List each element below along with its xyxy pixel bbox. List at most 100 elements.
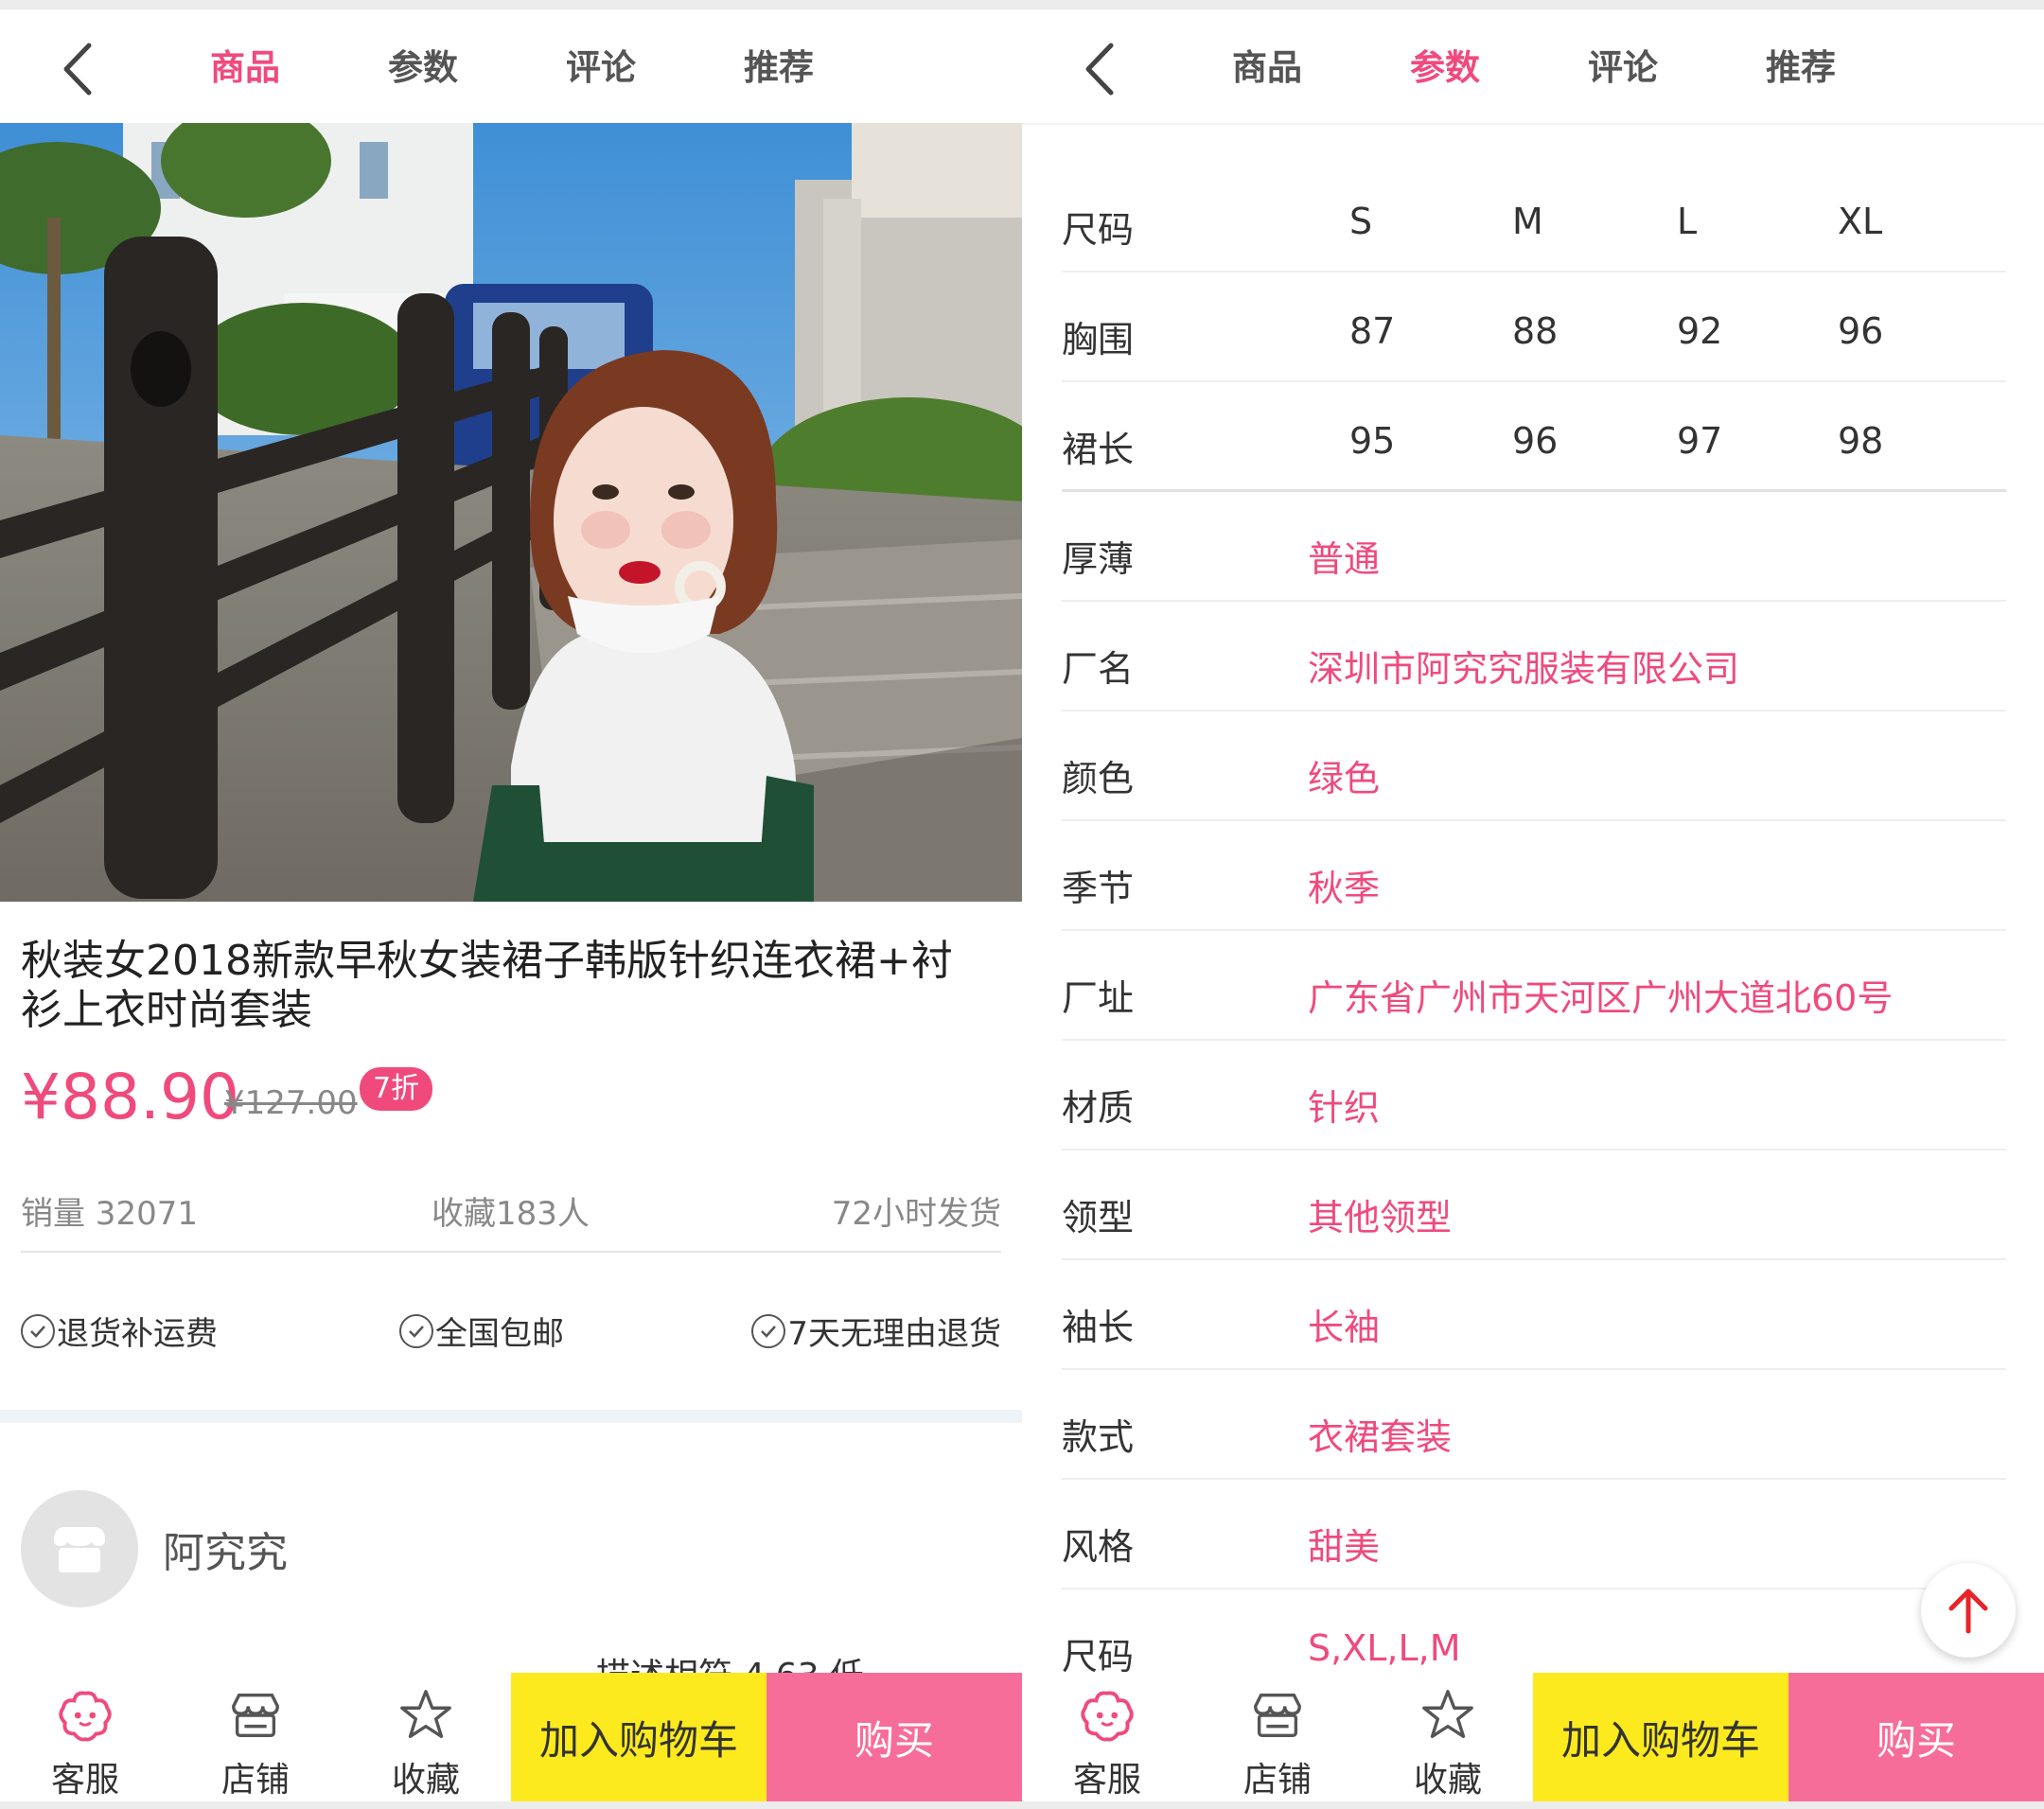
check-circle-icon [21,1313,55,1348]
tab-product[interactable]: 商品 [210,38,280,98]
shipping-time: 72小时发货 [831,1195,1001,1233]
attr-label: 材质 [1062,1087,1135,1129]
size-cell: XL [1838,201,1883,242]
attr-label: 季节 [1062,868,1135,909]
star-icon [400,1690,451,1738]
tab-recommend[interactable]: 推荐 [744,38,814,98]
shop-name[interactable]: 阿究究 [163,1519,288,1579]
top-nav: 商品 参数 评论 推荐 [0,9,1022,123]
size-row-label: 裙长 [1062,429,1135,470]
attr-row-style: 款式 衣裙套装 [1062,1370,2006,1480]
buy-button[interactable]: 购买 [1788,1673,2044,1801]
attr-label: 领型 [1062,1197,1135,1238]
guarantee-label: 全国包邮 [435,1315,564,1353]
customer-service-button[interactable]: 客服 [1036,1673,1178,1801]
current-price: ¥88.90 [21,1061,239,1133]
product-photo[interactable] [0,123,1022,902]
size-cell: 96 [1838,310,1884,352]
favorite-label: 收藏 [1413,1761,1482,1800]
size-row-label: 胸围 [1062,319,1135,360]
attr-label: 款式 [1062,1416,1135,1458]
bottom-edge [1022,1801,2044,1809]
flower-service-icon [1081,1691,1134,1742]
product-title: 秋装女2018新款早秋女装裙子韩版针织连衣裙+衬衫上衣时尚套装 [21,937,953,1034]
favorite-button[interactable]: 收藏 [1377,1673,1519,1801]
product-detail-panel: 商品 参数 评论 推荐 秋装女2018新款早秋女装裙子韩版针织连衣裙+衬衫上衣时… [0,0,1022,1809]
star-icon [1422,1690,1473,1738]
attr-value: 广东省广州市天河区广州大道北60号 [1308,977,1894,1019]
size-cell: L [1677,201,1698,242]
bottom-edge [0,1801,1022,1809]
shop-button[interactable]: 店铺 [1207,1673,1348,1801]
attr-value: 针织 [1308,1087,1381,1129]
scroll-to-top-button[interactable] [1921,1563,2016,1658]
add-to-cart-button[interactable]: 加入购物车 [1533,1673,1788,1801]
shop-rating-partial: 描述相符 4.63 低 [596,1648,864,1675]
attr-value: 秋季 [1308,868,1381,909]
guarantee-return-shipping: 退货补运费 [21,1308,218,1354]
tab-recommend[interactable]: 推荐 [1766,38,1836,98]
discount-badge: 7折 [360,1067,433,1111]
guarantee-7day-return: 7天无理由退货 [751,1308,1001,1354]
bottom-action-bar: 客服 店铺 收藏 加入购物车 购买 [1022,1673,2044,1801]
flower-service-icon [59,1691,112,1742]
attr-value: 其他领型 [1308,1197,1453,1238]
attr-label: 尺码 [1062,1636,1135,1677]
service-label: 客服 [1072,1761,1141,1800]
params-table: 尺码 S M L XL 胸围 87 88 92 96 裙长 95 96 97 9… [1062,163,2006,1699]
attr-value: 甜美 [1308,1526,1381,1568]
favorite-button[interactable]: 收藏 [355,1673,497,1801]
attr-label: 颜色 [1062,758,1135,799]
tab-product[interactable]: 商品 [1232,38,1302,98]
shop-button[interactable]: 店铺 [185,1673,326,1801]
attr-value: 衣裙套装 [1308,1416,1453,1458]
check-circle-icon [399,1313,433,1348]
attr-row-fashion: 风格 甜美 [1062,1480,2006,1589]
store-icon [232,1693,279,1738]
service-guarantees: 退货补运费 全国包邮 7天无理由退货 [21,1308,1001,1355]
attr-label: 袖长 [1062,1307,1135,1348]
size-header-label: 尺码 [1062,209,1135,251]
add-to-cart-button[interactable]: 加入购物车 [511,1673,766,1801]
attr-label: 厚薄 [1062,538,1135,580]
guarantee-label: 退货补运费 [57,1315,218,1353]
status-strip [0,0,1022,9]
favorite-label: 收藏 [391,1761,460,1800]
sales-stats: 销量 32071 收藏183人 72小时发货 [21,1187,1001,1235]
tab-params[interactable]: 参数 [388,38,458,98]
tab-params[interactable]: 参数 [1410,38,1480,98]
attr-label: 厂名 [1062,648,1135,690]
attr-value: 绿色 [1308,758,1381,799]
attr-label: 风格 [1062,1526,1135,1568]
chevron-left-icon [1085,43,1114,96]
arrow-up-icon [1948,1589,1988,1634]
chevron-left-icon [63,43,92,96]
attr-row-factory: 厂名 深圳市阿究究服装有限公司 [1062,602,2006,711]
tab-reviews[interactable]: 评论 [566,38,636,98]
attr-value: 长袖 [1308,1307,1381,1348]
back-button[interactable] [1069,36,1136,102]
original-price: ¥127.00 [224,1084,358,1122]
size-cell: M [1512,201,1543,242]
attr-row-collar: 领型 其他领型 [1062,1150,2006,1260]
back-button[interactable] [47,36,114,102]
attr-row-address: 厂址 广东省广州市天河区广州大道北60号 [1062,931,2006,1041]
divider [21,1251,1001,1253]
product-params-panel: 商品 参数 评论 推荐 尺码 S M L XL 胸围 87 88 92 96 裙… [1022,0,2044,1809]
attr-label: 厂址 [1062,977,1135,1019]
customer-service-button[interactable]: 客服 [14,1673,156,1801]
attr-value: 深圳市阿究究服装有限公司 [1308,648,1740,690]
status-strip [1022,0,2044,9]
attr-value: S,XL,L,M [1308,1627,1461,1669]
guarantee-free-shipping: 全国包邮 [399,1308,564,1354]
buy-button[interactable]: 购买 [766,1673,1022,1801]
sales-count: 销量 32071 [21,1195,198,1233]
attr-row-sleeve: 袖长 长袖 [1062,1260,2006,1370]
divider [1022,123,2044,125]
tab-reviews[interactable]: 评论 [1588,38,1658,98]
shop-avatar[interactable] [21,1490,138,1607]
check-circle-icon [751,1313,786,1348]
shop-label: 店铺 [220,1761,290,1800]
size-row-length: 裙长 95 96 97 98 [1062,382,2006,492]
store-icon [1254,1693,1301,1738]
